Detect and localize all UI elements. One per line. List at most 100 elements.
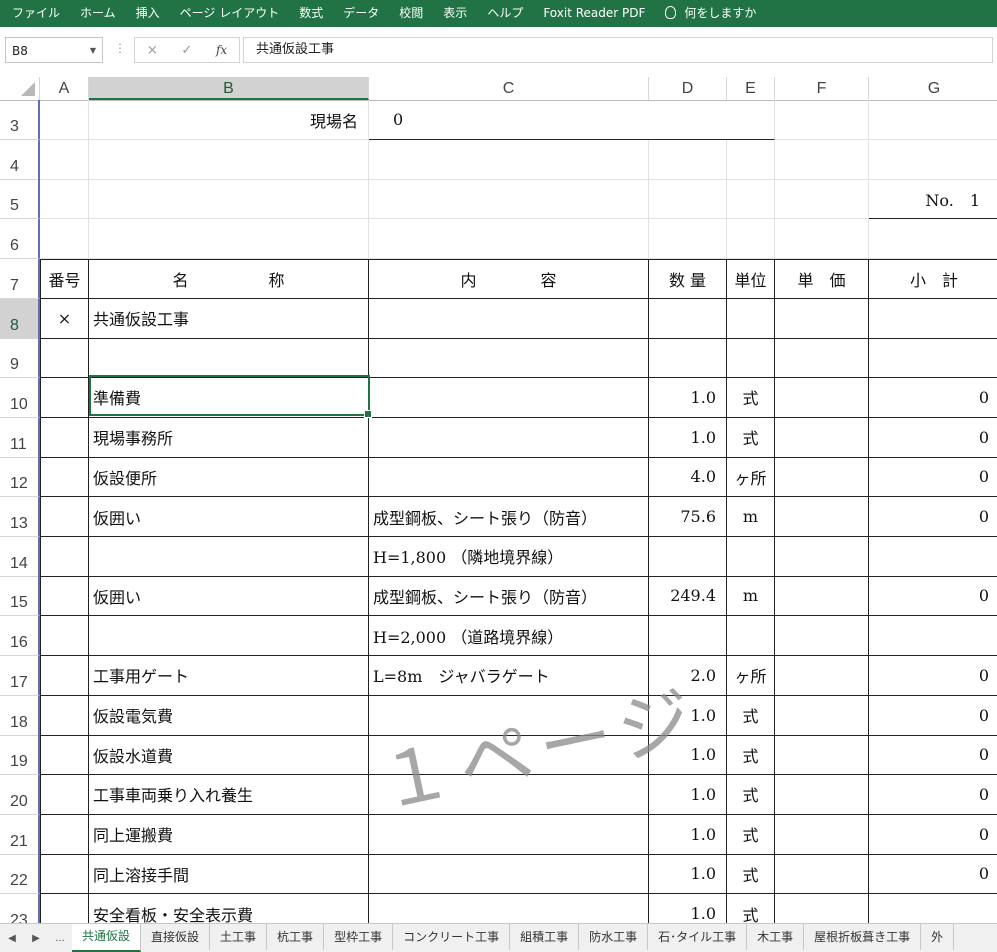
menu-item-8[interactable]: ヘルプ <box>477 0 533 27</box>
cell-b15[interactable]: 仮囲い <box>89 576 369 617</box>
cell-g9[interactable] <box>869 338 997 379</box>
cell-f9[interactable] <box>775 338 869 379</box>
cell-e14[interactable] <box>727 536 775 577</box>
cancel-icon[interactable]: × <box>147 43 158 58</box>
tab-scroll-right-icon[interactable]: ▶ <box>24 933 48 944</box>
cell-b[interactable] <box>89 219 369 260</box>
cell-f14[interactable] <box>775 536 869 577</box>
cell-b[interactable] <box>89 179 369 220</box>
cell-a[interactable] <box>40 179 89 220</box>
cell-f20[interactable] <box>775 774 869 815</box>
cell-d22[interactable]: 1.0 <box>649 854 727 895</box>
site-name-label[interactable]: 現場名 <box>89 100 369 140</box>
cell-e[interactable] <box>727 179 775 220</box>
cell-d[interactable] <box>649 179 727 220</box>
cell-a19[interactable] <box>40 735 89 776</box>
cell-a18[interactable] <box>40 695 89 736</box>
cell-d17[interactable]: 2.0 <box>649 655 727 696</box>
cell-d[interactable] <box>649 219 727 260</box>
header-price[interactable]: 単 価 <box>775 258 869 299</box>
cell-e20[interactable]: 式 <box>727 774 775 815</box>
formula-input[interactable]: 共通仮設工事 <box>243 37 993 63</box>
sheet-tab-5[interactable]: コンクリート工事 <box>393 924 511 950</box>
cell-a[interactable] <box>40 219 89 260</box>
cell-c19[interactable] <box>369 735 649 776</box>
cell-c18[interactable] <box>369 695 649 736</box>
cell-a12[interactable] <box>40 457 89 498</box>
cell-c[interactable] <box>369 179 649 220</box>
cell-a9[interactable] <box>40 338 89 379</box>
cell-b18[interactable]: 仮設電気費 <box>89 695 369 736</box>
cell-g20[interactable]: 0 <box>869 775 997 815</box>
cell-b23[interactable]: 安全看板・安全表示費 <box>89 894 369 923</box>
header-subtotal[interactable]: 小 計 <box>869 258 997 299</box>
cell-c20[interactable] <box>369 774 649 815</box>
cell-e18[interactable]: 式 <box>727 695 775 736</box>
insert-function-icon[interactable]: fx <box>216 43 227 57</box>
site-name-value[interactable]: 0 <box>369 100 775 140</box>
sheet-tab-6[interactable]: 組積工事 <box>510 924 580 950</box>
cell-a[interactable] <box>40 100 89 140</box>
menu-item-5[interactable]: データ <box>333 0 389 27</box>
cell-g8[interactable] <box>869 299 997 339</box>
sheet-tab-4[interactable]: 型枠工事 <box>324 924 394 950</box>
row-header-13[interactable]: 13 <box>0 497 40 537</box>
column-header-f[interactable]: F <box>775 77 869 100</box>
cell-c[interactable] <box>369 219 649 260</box>
cell-f[interactable] <box>775 219 869 260</box>
row-header-19[interactable]: 19 <box>0 735 40 776</box>
cell-g22[interactable]: 0 <box>869 854 997 895</box>
cell-f16[interactable] <box>775 616 869 657</box>
cell-g16[interactable] <box>869 616 997 657</box>
cell-c16[interactable]: H=2,000 （道路境界線） <box>369 616 649 657</box>
cell-b11[interactable]: 現場事務所 <box>89 417 369 458</box>
enter-icon[interactable]: ✓ <box>181 43 192 58</box>
cell-d13[interactable]: 75.6 <box>649 497 727 537</box>
row-header-17[interactable]: 17 <box>0 655 40 696</box>
cell-f[interactable] <box>775 179 869 220</box>
row-header-22[interactable]: 22 <box>0 854 40 895</box>
menu-item-1[interactable]: ホーム <box>70 0 126 27</box>
header-qty[interactable]: 数 量 <box>649 258 727 299</box>
cell-g[interactable] <box>869 219 997 260</box>
row-header-8[interactable]: 8 <box>0 298 40 339</box>
cell-d14[interactable] <box>649 536 727 577</box>
cell-c9[interactable] <box>369 338 649 379</box>
cell-e15[interactable]: m <box>727 576 775 617</box>
sheet-tab-9[interactable]: 木工事 <box>747 924 805 950</box>
cell-c22[interactable] <box>369 854 649 895</box>
cell-b9[interactable] <box>89 338 369 379</box>
cell-d10[interactable]: 1.0 <box>649 377 727 418</box>
more-options-icon[interactable]: ⋮ <box>114 41 126 55</box>
header-content[interactable]: 内 容 <box>369 258 649 299</box>
row-header-9[interactable]: 9 <box>0 338 40 379</box>
cell-c10[interactable] <box>369 377 649 418</box>
cell-g13[interactable]: 0 <box>869 497 997 537</box>
cell-e12[interactable]: ヶ所 <box>727 457 775 498</box>
sheet-tab-8[interactable]: 石･タイル工事 <box>648 924 748 950</box>
page-number[interactable]: No. 1 <box>869 179 997 220</box>
cell-f23[interactable] <box>775 894 869 923</box>
menu-item-4[interactable]: 数式 <box>289 0 333 27</box>
cell-f8[interactable] <box>775 298 869 339</box>
cell-e13[interactable]: m <box>727 497 775 537</box>
row-header-6[interactable]: 6 <box>0 219 40 260</box>
cell-b8[interactable]: 共通仮設工事 <box>89 298 369 339</box>
row-header-18[interactable]: 18 <box>0 695 40 736</box>
cell-g[interactable] <box>869 140 997 180</box>
cell-a14[interactable] <box>40 536 89 577</box>
row-header-4[interactable]: 4 <box>0 139 40 180</box>
sheet-tab-0[interactable]: 共通仮設 <box>72 924 142 952</box>
cell-a20[interactable] <box>40 774 89 815</box>
column-header-d[interactable]: D <box>649 77 727 100</box>
cell-f13[interactable] <box>775 497 869 537</box>
row-header-20[interactable]: 20 <box>0 774 40 815</box>
row-header-10[interactable]: 10 <box>0 377 40 418</box>
cell-e8[interactable] <box>727 298 775 339</box>
cell-b10[interactable]: 準備費 <box>89 377 369 418</box>
cell-e10[interactable]: 式 <box>727 377 775 418</box>
cell-g12[interactable]: 0 <box>869 457 997 498</box>
cell-d[interactable] <box>649 139 727 180</box>
row-header-14[interactable]: 14 <box>0 536 40 577</box>
column-header-e[interactable]: E <box>727 77 775 100</box>
